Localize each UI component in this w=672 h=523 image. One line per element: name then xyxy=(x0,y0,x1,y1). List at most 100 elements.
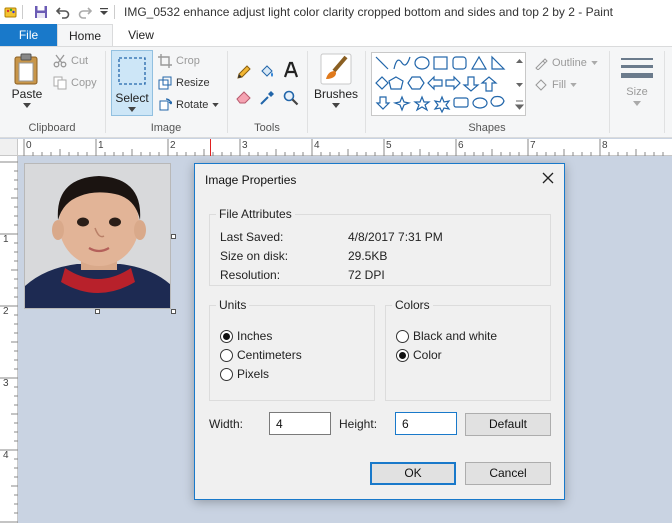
horizontal-ruler: 0 1 2 3 4 5 6 7 8 xyxy=(18,139,672,156)
tab-file[interactable]: File xyxy=(0,24,57,46)
units-inches-radio[interactable]: Inches xyxy=(220,329,272,343)
resize-button[interactable]: Resize xyxy=(158,76,210,90)
fill-button[interactable]: Fill xyxy=(534,78,577,92)
size-button[interactable]: Size xyxy=(618,55,656,106)
units-group: Units Inches Centimeters Pixels xyxy=(209,298,375,401)
ruler-label: 8 xyxy=(602,140,608,151)
crop-button[interactable]: Crop xyxy=(158,54,200,68)
copy-icon xyxy=(53,76,67,90)
ribbon-separator xyxy=(365,51,366,133)
fill-label: Fill xyxy=(552,79,567,91)
colors-bw-radio[interactable]: Black and white xyxy=(396,329,497,343)
rotate-button[interactable]: Rotate xyxy=(158,98,220,112)
paste-button[interactable]: Paste xyxy=(8,53,46,108)
brush-icon xyxy=(320,53,352,85)
chevron-down-icon xyxy=(570,83,577,87)
size-on-disk-value: 29.5KB xyxy=(348,249,388,263)
default-button[interactable]: Default xyxy=(465,413,551,436)
chevron-down-icon xyxy=(212,103,220,107)
cancel-button[interactable]: Cancel xyxy=(465,462,551,485)
close-icon xyxy=(542,172,554,184)
save-icon[interactable] xyxy=(32,0,50,24)
ribbon: Paste Cut Copy Clipboard Select Crop Res… xyxy=(0,46,672,138)
width-label: Width: xyxy=(209,417,244,431)
fill-bucket-icon[interactable] xyxy=(259,64,275,80)
canvas-resize-handle-bottom[interactable] xyxy=(95,309,100,314)
tools-group-label: Tools xyxy=(254,122,280,134)
canvas-photo[interactable] xyxy=(24,163,171,309)
rotate-icon xyxy=(159,98,172,111)
rotate-label: Rotate xyxy=(176,99,209,111)
ruler-label: 2 xyxy=(170,140,176,151)
titlebar-divider xyxy=(22,5,23,19)
scissors-icon xyxy=(53,54,67,68)
shapes-gallery[interactable] xyxy=(371,52,526,116)
outline-button[interactable]: Outline xyxy=(534,56,598,70)
units-centimeters-radio[interactable]: Centimeters xyxy=(220,348,302,362)
ok-button[interactable]: OK xyxy=(370,462,456,485)
color-picker-icon[interactable] xyxy=(259,90,275,106)
chevron-down-icon xyxy=(591,61,598,65)
resolution-value: 72 DPI xyxy=(348,268,385,282)
cut-label: Cut xyxy=(71,55,89,67)
shapes-group-label: Shapes xyxy=(468,122,506,134)
canvas-resize-handle-corner[interactable] xyxy=(171,309,176,314)
dialog-title: Image Properties xyxy=(205,173,297,187)
ruler-label: 1 xyxy=(98,140,104,151)
ruler-label: 3 xyxy=(3,378,9,389)
close-button[interactable] xyxy=(540,170,556,186)
units-pixels-radio[interactable]: Pixels xyxy=(220,367,269,381)
image-group-label: Image xyxy=(150,122,182,134)
tab-view[interactable]: View xyxy=(113,24,169,46)
ruler-label: 3 xyxy=(242,140,248,151)
paste-icon xyxy=(14,53,38,85)
radio-indicator xyxy=(220,348,233,362)
select-button[interactable]: Select xyxy=(111,50,153,116)
ruler-label: 1 xyxy=(3,234,9,245)
colors-color-radio[interactable]: Color xyxy=(396,348,442,362)
image-properties-dialog: Image Properties File Attributes Last Sa… xyxy=(194,163,565,500)
cut-button[interactable]: Cut xyxy=(53,54,88,68)
paint-window: IMG_0532 enhance adjust light color clar… xyxy=(0,0,672,523)
ruler-cursor-marker xyxy=(210,139,211,156)
eraser-icon[interactable] xyxy=(236,90,252,104)
colors-bw-label: Black and white xyxy=(413,329,498,343)
copy-button[interactable]: Copy xyxy=(53,76,97,90)
redo-icon[interactable] xyxy=(76,0,94,24)
ribbon-separator xyxy=(105,51,106,133)
colors-title: Colors xyxy=(392,298,433,312)
file-attributes-title: File Attributes xyxy=(216,207,295,221)
resize-icon xyxy=(158,76,172,90)
height-input[interactable] xyxy=(395,412,457,435)
outline-label: Outline xyxy=(552,57,587,69)
brushes-label: Brushes xyxy=(313,87,359,101)
ribbon-separator xyxy=(227,51,228,133)
file-attributes-group: File Attributes Last Saved: 4/8/2017 7:3… xyxy=(209,207,551,286)
radio-indicator xyxy=(396,329,409,343)
width-input[interactable] xyxy=(269,412,331,435)
paint-app-icon[interactable] xyxy=(2,0,20,24)
titlebar-divider xyxy=(114,5,115,19)
title-bar: IMG_0532 enhance adjust light color clar… xyxy=(0,0,672,24)
ruler-label: 0 xyxy=(26,140,32,151)
radio-selected-indicator xyxy=(220,329,233,343)
chevron-down-icon xyxy=(23,103,31,108)
chevron-down-icon xyxy=(128,107,136,112)
window-title: IMG_0532 enhance adjust light color clar… xyxy=(124,5,613,19)
ruler-label: 5 xyxy=(386,140,392,151)
canvas-resize-handle-right[interactable] xyxy=(171,234,176,239)
size-label: Size xyxy=(626,86,648,98)
colors-group: Colors Black and white Color xyxy=(385,298,551,401)
undo-icon[interactable] xyxy=(54,0,72,24)
pencil-icon[interactable] xyxy=(236,64,252,80)
ruler-label: 4 xyxy=(3,450,9,461)
brushes-button[interactable]: Brushes xyxy=(313,53,359,108)
text-tool-icon[interactable] xyxy=(283,61,299,79)
ribbon-separator xyxy=(307,51,308,133)
ruler-label: 6 xyxy=(458,140,464,151)
clipboard-group-label: Clipboard xyxy=(28,122,76,134)
magnifier-icon[interactable] xyxy=(283,90,299,106)
customize-quick-access-icon[interactable] xyxy=(98,0,110,24)
tab-home[interactable]: Home xyxy=(57,24,113,46)
ruler-label: 4 xyxy=(314,140,320,151)
